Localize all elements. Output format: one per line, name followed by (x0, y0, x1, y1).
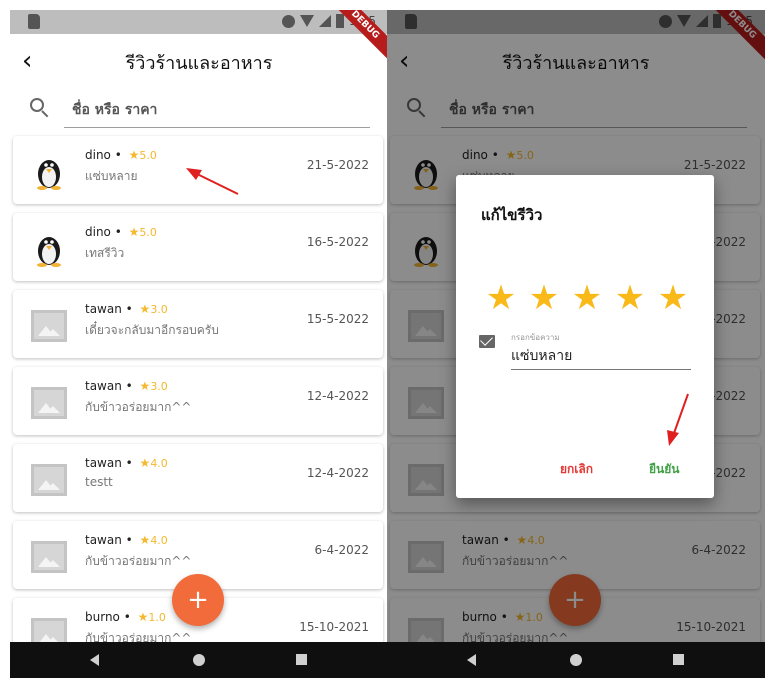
search-bar (10, 92, 388, 136)
mail-icon (479, 335, 495, 348)
review-card[interactable]: tawan • ★4.0 testt 12-4-2022 (13, 444, 383, 512)
reviewer-name: tawan • ★4.0 (85, 533, 168, 547)
reviewer-name: dino • ★5.0 (85, 148, 157, 162)
nav-back-icon[interactable] (90, 654, 99, 666)
signal-icon (319, 15, 332, 27)
review-card[interactable]: dino • ★5.0แซ่บหลาย21-5-2022 (13, 136, 383, 204)
confirm-button[interactable]: ยืนยัน (649, 460, 679, 479)
rating-value: 4.0 (150, 534, 168, 547)
review-date: 12-4-2022 (306, 389, 369, 403)
battery-icon (336, 14, 345, 28)
search-input[interactable] (64, 92, 370, 128)
reviewer-name: burno • ★1.0 (85, 610, 166, 624)
star-icon[interactable]: ★ (484, 281, 518, 315)
rating-value: 3.0 (150, 303, 168, 316)
review-comment: กับข้าวอร่อยมาก^^ (85, 631, 192, 642)
reviewer-name: tawan • ★3.0 (85, 302, 168, 316)
rating-value: 5.0 (139, 226, 157, 239)
review-comment: แซ่บหลาย (85, 169, 138, 183)
android-nav-bar (387, 642, 765, 678)
reviewer-name-text: tawan • (85, 533, 137, 547)
search-icon (30, 98, 50, 118)
star-icon[interactable]: ★ (656, 281, 690, 315)
nav-recents-icon[interactable] (296, 654, 307, 665)
cancel-button[interactable]: ยกเลิก (560, 460, 593, 479)
do-not-disturb-icon (282, 14, 296, 28)
image-placeholder-icon (31, 464, 67, 496)
star-icon: ★ (139, 379, 151, 393)
nav-home-icon[interactable] (570, 654, 582, 666)
rating-value: 4.0 (150, 457, 168, 470)
review-list[interactable]: dino • ★5.0แซ่บหลาย21-5-2022dino • ★5.0เ… (10, 134, 388, 642)
review-date: 15-5-2022 (306, 312, 369, 326)
add-review-button[interactable]: + (172, 574, 224, 626)
phone-screen-list: 1:25 DEBUG ‹ รีวิวร้านและอาหาร dino • ★5… (10, 10, 388, 678)
app-bar: ‹ รีวิวร้านและอาหาร (10, 34, 388, 90)
page-title: รีวิวร้านและอาหาร (125, 53, 273, 74)
penguin-avatar-icon (31, 231, 67, 267)
review-comment: กับข้าวอร่อยมาก^^ (85, 554, 192, 568)
review-date: 15-10-2021 (299, 620, 369, 634)
star-icon[interactable]: ★ (527, 281, 561, 315)
dialog-title: แก้ไขรีวิว (481, 206, 543, 224)
review-comment: testt (85, 475, 113, 489)
reviewer-name-text: tawan • (85, 456, 137, 470)
reviewer-name-text: tawan • (85, 379, 137, 393)
star-icon: ★ (137, 610, 149, 624)
image-placeholder-icon (31, 618, 67, 642)
review-comment: กับข้าวอร่อยมาก^^ (85, 400, 192, 414)
image-placeholder-icon (31, 541, 67, 573)
review-date: 6-4-2022 (314, 543, 369, 557)
review-card[interactable]: tawan • ★3.0 เดี๋ยวจะกลับมาอีกรอบครับ 15-5… (13, 290, 383, 358)
rating-value: 3.0 (150, 380, 168, 393)
review-card[interactable]: tawan • ★3.0 กับข้าวอร่อยมาก^^ 12-4-2022 (13, 367, 383, 435)
review-comment: เทสรีวิว (85, 246, 125, 260)
image-placeholder-icon (31, 387, 67, 419)
rating-value: 5.0 (139, 149, 157, 162)
star-icon: ★ (139, 456, 151, 470)
reviewer-name-text: burno • (85, 610, 135, 624)
penguin-avatar-icon (31, 154, 67, 190)
reviewer-name: dino • ★5.0 (85, 225, 157, 239)
star-icon[interactable]: ★ (570, 281, 604, 315)
review-card[interactable]: dino • ★5.0 เทสรีวิว 16-5-2022 (13, 213, 383, 281)
nav-recents-icon[interactable] (673, 654, 684, 665)
rating-value: 1.0 (148, 611, 166, 624)
wifi-icon (300, 15, 315, 27)
reviewer-name-text: dino • (85, 148, 126, 162)
star-icon: ★ (128, 148, 140, 162)
star-icon[interactable]: ★ (613, 281, 647, 315)
star-icon: ★ (139, 302, 151, 316)
star-icon: ★ (128, 225, 140, 239)
comment-field[interactable] (511, 342, 691, 370)
edit-review-dialog: แก้ไขรีวิว ★★★★★ กรอกข้อความ ยกเลิก ยืนย… (456, 175, 714, 498)
reviewer-name-text: tawan • (85, 302, 137, 316)
review-date: 16-5-2022 (306, 235, 369, 249)
review-comment: เดี๋ยวจะกลับมาอีกรอบครับ (85, 323, 219, 337)
review-date: 12-4-2022 (306, 466, 369, 480)
image-placeholder-icon (31, 310, 67, 342)
phone-screen-edit-dialog: 1:25 DEBUG ‹ รีวิวร้านและอาหาร dino • ★5… (387, 10, 765, 678)
reviewer-name: tawan • ★4.0 (85, 456, 168, 470)
reviewer-name-text: dino • (85, 225, 126, 239)
star-rating[interactable]: ★ ★ ★ ★ ★ (484, 281, 690, 315)
sd-card-icon (28, 14, 40, 29)
star-icon: ★ (139, 533, 151, 547)
reviewer-name: tawan • ★3.0 (85, 379, 168, 393)
nav-back-icon[interactable] (467, 654, 476, 666)
android-nav-bar (10, 642, 388, 678)
nav-home-icon[interactable] (193, 654, 205, 666)
status-bar: 1:25 DEBUG (10, 10, 388, 63)
review-date: 21-5-2022 (306, 158, 369, 172)
